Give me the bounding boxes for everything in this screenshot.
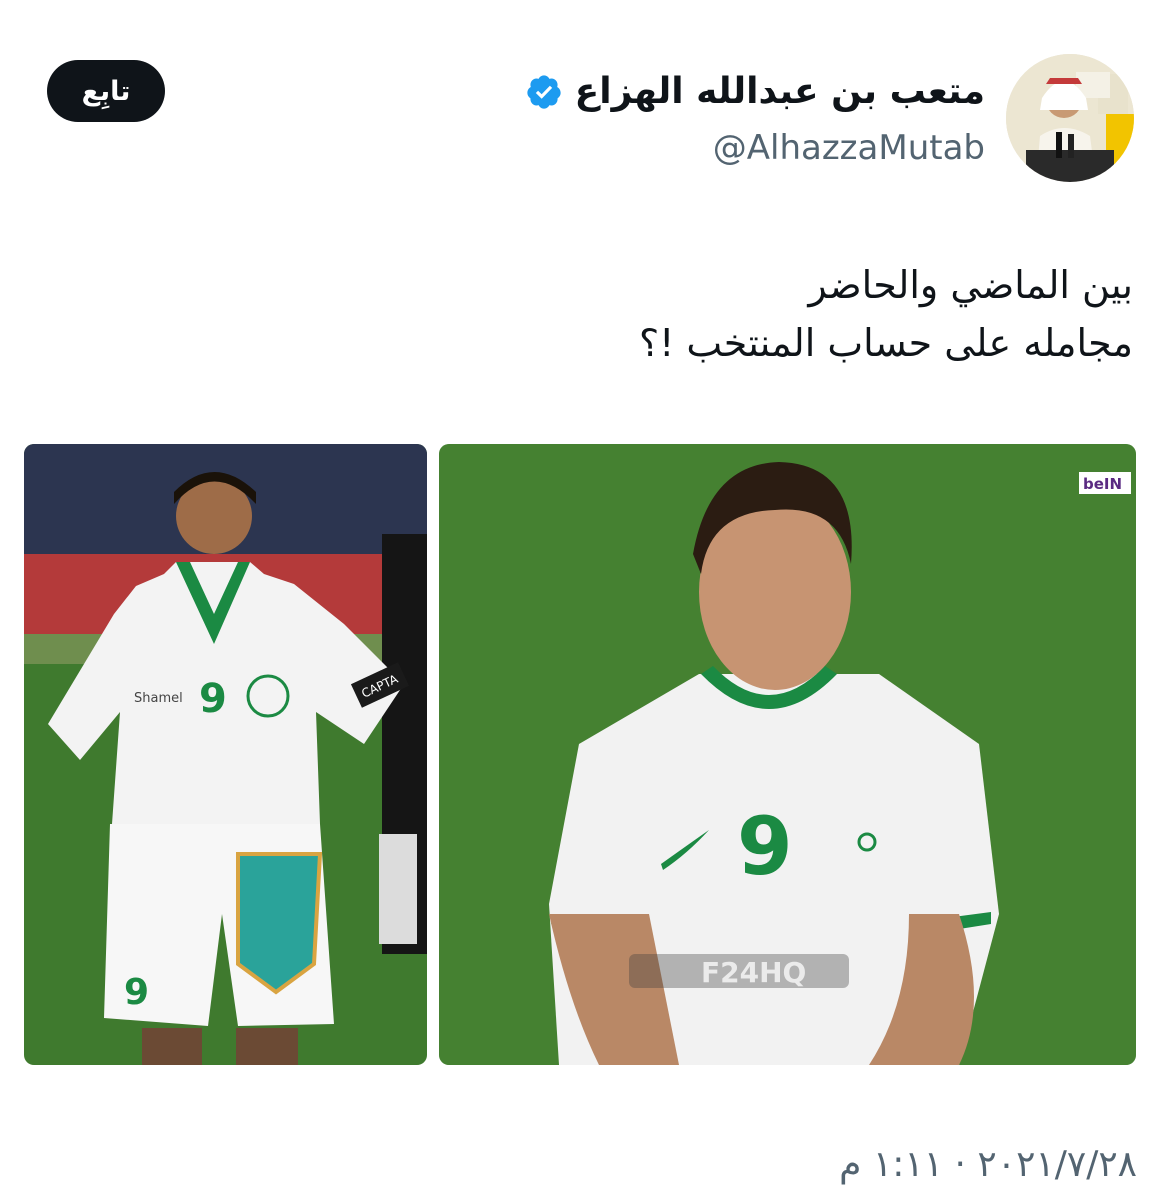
- tweet-timestamp[interactable]: ٢٠٢١/٧/٢٨ · ١:١١ م: [839, 1140, 1137, 1190]
- tweet-header: متعب بن عبدالله الهزاع @AlhazzaMutab تاب…: [0, 54, 1161, 184]
- tweet-text-line-1: بين الماضي والحاضر: [808, 263, 1133, 307]
- left-jersey-number: 9: [199, 676, 227, 722]
- author-display-name[interactable]: متعب بن عبدالله الهزاع: [575, 70, 985, 114]
- right-jersey-number: 9: [737, 800, 793, 893]
- player-present-photo-icon: beIN 9 F24HQ: [439, 444, 1136, 1065]
- watermark-text: F24HQ: [701, 956, 806, 989]
- verified-badge-icon: [527, 75, 561, 109]
- tweet-text: بين الماضي والحاضر مجامله على حساب المنت…: [33, 256, 1133, 372]
- profile-photo-icon: [1006, 54, 1134, 182]
- follow-button[interactable]: تابِع: [47, 60, 165, 122]
- player-past-photo-icon: 9 Shamel CAPTA 9: [24, 444, 427, 1065]
- left-shorts-number: 9: [124, 972, 149, 1013]
- tweet-photo-right[interactable]: beIN 9 F24HQ: [439, 444, 1136, 1065]
- author-name-row: متعب بن عبدالله الهزاع: [525, 70, 985, 114]
- author-handle[interactable]: @AlhazzaMutab: [713, 126, 985, 170]
- author-avatar[interactable]: [1006, 54, 1134, 182]
- left-sponsor-text: Shamel: [134, 691, 183, 706]
- tweet-text-line-2: مجامله على حساب المنتخب !؟: [638, 321, 1133, 365]
- broadcaster-logo-text: beIN: [1083, 475, 1122, 493]
- tweet-photo-left[interactable]: 9 Shamel CAPTA 9: [24, 444, 427, 1065]
